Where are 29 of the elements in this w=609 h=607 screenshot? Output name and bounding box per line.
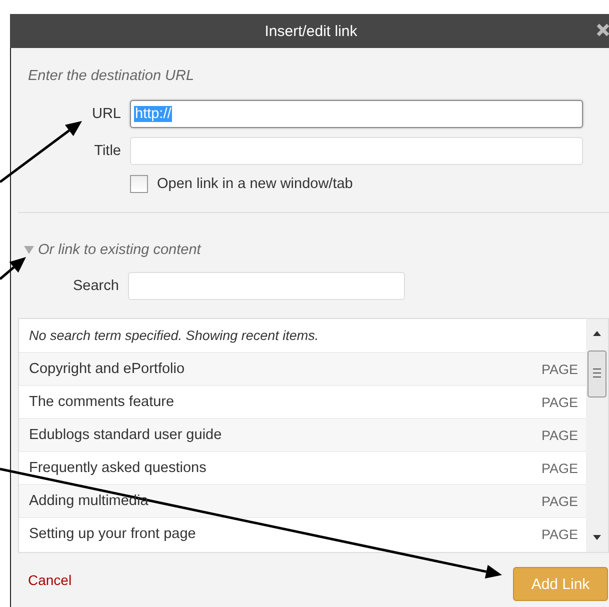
item-title: Copyright and ePortfolio <box>29 361 185 377</box>
item-title: Setting up your front page <box>29 526 196 542</box>
section-heading: Enter the destination URL <box>28 68 196 84</box>
arrow <box>0 257 26 280</box>
dialog-title: Insert/edit link <box>264 22 358 40</box>
item-type: PAGE <box>541 362 578 376</box>
result-item[interactable]: Adding multimedia PAGE <box>19 484 586 517</box>
search-field[interactable] <box>128 272 405 300</box>
result-item[interactable]: Edublogs standard user guide PAGE <box>19 418 586 451</box>
item-type: PAGE <box>541 494 578 508</box>
checkbox[interactable] <box>130 175 148 193</box>
result-item[interactable]: Copyright and ePortfolio PAGE <box>19 352 586 385</box>
cancel-link[interactable]: Cancel <box>28 572 72 588</box>
item-type: PAGE <box>541 394 578 410</box>
item-type: PAGE <box>541 526 578 542</box>
list-notice: No search term specified. Showing recent items. <box>28 327 320 345</box>
field-label: URL <box>92 106 121 122</box>
item-type: PAGE <box>541 460 578 476</box>
title-field[interactable] <box>130 137 583 165</box>
item-type: PAGE <box>541 428 578 442</box>
close-icon[interactable] <box>596 23 609 37</box>
section-toggle[interactable]: Or link to existing content <box>24 242 609 258</box>
item-title: Frequently asked questions <box>29 460 206 476</box>
item-title: Edublogs standard user guide <box>29 427 222 443</box>
field-label: Title <box>94 143 121 159</box>
checkbox-label: Open link in a new window/tab <box>157 176 353 192</box>
item-title: Adding multimedia <box>29 493 148 509</box>
item-title: The comments feature <box>29 394 174 410</box>
field-label: Search <box>73 278 119 294</box>
